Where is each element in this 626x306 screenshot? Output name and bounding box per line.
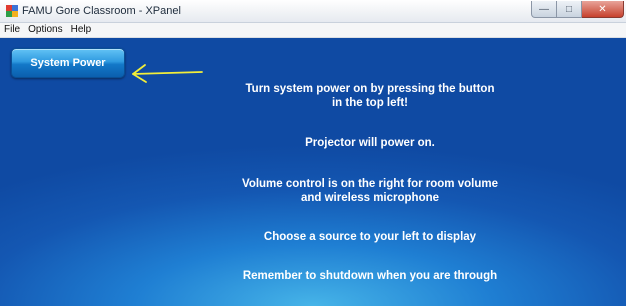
menu-help[interactable]: Help [67, 23, 96, 37]
instruction-projector: Projector will power on. [305, 137, 435, 149]
instruction-shutdown: Remember to shutdown when you are throug… [242, 270, 498, 282]
control-panel: System Power Turn system power on by pre… [0, 38, 626, 306]
menu-file[interactable]: File [0, 23, 24, 37]
instruction-source: Choose a source to your left to display [263, 231, 477, 243]
minimize-button[interactable]: — [531, 1, 557, 18]
menu-bar: File Options Help [0, 23, 626, 38]
close-button[interactable]: ✕ [582, 1, 624, 18]
window-controls: — □ ✕ [531, 1, 624, 19]
maximize-button[interactable]: □ [557, 1, 582, 18]
maximize-icon: □ [565, 3, 573, 15]
title-bar[interactable]: FAMU Gore Classroom - XPanel — □ ✕ [0, 0, 626, 23]
app-icon [6, 5, 18, 17]
pointer-arrow-icon [132, 64, 203, 83]
instruction-power-on: Turn system power on by pressing the but… [245, 83, 495, 109]
instruction-volume: Volume control is on the right for room … [242, 178, 498, 204]
minimize-icon: — [539, 3, 549, 15]
window-title: FAMU Gore Classroom - XPanel [22, 5, 181, 17]
menu-options[interactable]: Options [24, 23, 66, 37]
close-icon: ✕ [598, 3, 607, 15]
xpanel-window: FAMU Gore Classroom - XPanel — □ ✕ File … [0, 0, 626, 306]
